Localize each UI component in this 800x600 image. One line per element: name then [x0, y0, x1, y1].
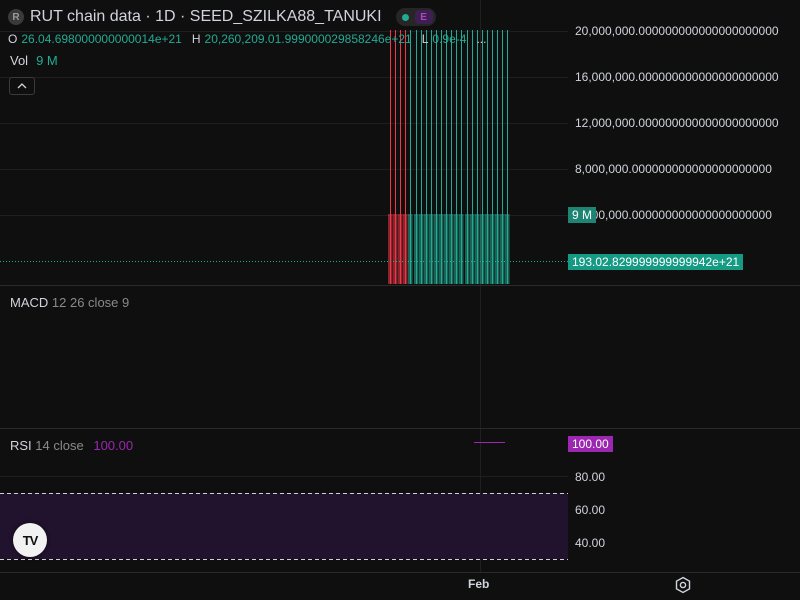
volume-bar: [398, 214, 403, 284]
volume-bar: [465, 214, 470, 284]
volume-label[interactable]: Vol: [10, 53, 28, 68]
volume-bar: [454, 214, 459, 284]
rsi-value: 100.00: [93, 438, 134, 453]
volume-bar: [419, 214, 424, 284]
macd-name[interactable]: MACD: [10, 295, 48, 310]
volume-bar: [424, 214, 429, 284]
volume-bar: [480, 214, 485, 284]
volume-bar: [485, 214, 490, 284]
volume-bar: [444, 214, 449, 284]
low-key: L: [421, 32, 429, 46]
high-value: 20,260,209.01.999000029858246e+21: [204, 32, 412, 46]
rsi-axis-label: 60.00: [575, 503, 606, 517]
rsi-name[interactable]: RSI: [10, 438, 32, 453]
volume-bar: [490, 214, 495, 284]
volume-bar: [475, 214, 480, 284]
volume-bar: [459, 214, 464, 284]
price-axis-label: 16,000,000.000000000000000000000: [575, 70, 779, 84]
rsi-params: 14 close: [35, 438, 84, 453]
volume-bar: [403, 214, 408, 284]
macd-legend: MACD 12 26 close 9: [10, 295, 129, 310]
market-open-dot-icon: [401, 13, 409, 21]
last-price-tag: 193.02.829999999999942e+21: [568, 254, 744, 270]
low-value: 0.9e-4: [432, 32, 467, 46]
price-axis-label: 12,000,000.000000000000000000000: [575, 116, 779, 130]
ohlc-more[interactable]: ...: [476, 32, 486, 46]
macd-params: 12 26 close 9: [51, 295, 130, 310]
status-pill[interactable]: E: [395, 8, 436, 26]
volume-bar: [495, 214, 500, 284]
volume-bar: [500, 214, 505, 284]
volume-bar: [449, 214, 454, 284]
gear-icon[interactable]: [674, 576, 692, 594]
rsi-axis-label: 40.00: [575, 536, 606, 550]
price-axis-label: 0,000,000.000000000000000000000: [575, 208, 772, 222]
volume-bar: [470, 214, 475, 284]
rsi-legend: RSI 14 close 100.00: [10, 438, 133, 453]
volume-bar: [388, 214, 393, 284]
chevron-up-icon: [17, 83, 27, 89]
exchange-badge[interactable]: E: [414, 10, 433, 24]
volume-bar: [434, 214, 439, 284]
volume-bar: [408, 214, 413, 284]
collapse-legend-button[interactable]: [9, 77, 35, 95]
price-axis-label: 8,000,000.000000000000000000000: [575, 162, 772, 176]
rsi-value-tag: 100.00: [568, 436, 613, 452]
ohlc-legend: O 26.04.698000000000014e+21 H 20,260,209…: [8, 32, 486, 46]
volume-price-tag: 9 M: [568, 207, 597, 223]
chart-title[interactable]: RUT chain data · 1D · SEED_SZILKA88_TANU…: [30, 8, 382, 26]
volume-value: 9 M: [36, 53, 58, 68]
volume-bar: [393, 214, 398, 284]
tradingview-logo-icon[interactable]: TV: [13, 523, 47, 557]
rsi-axis-label: 80.00: [575, 470, 606, 484]
high-key: H: [191, 32, 201, 46]
time-axis-label: Feb: [468, 577, 490, 591]
open-value: 26.04.698000000000014e+21: [21, 32, 182, 46]
volume-bar: [414, 214, 419, 284]
open-key: O: [8, 32, 18, 46]
tradingview-logo-mark: TV: [22, 532, 39, 548]
volume-bar: [439, 214, 444, 284]
symbol-logo-icon[interactable]: R: [8, 9, 24, 25]
candle-group: [388, 30, 510, 284]
volume-bar: [505, 214, 510, 284]
volume-bar: [429, 214, 434, 284]
chart-header: R RUT chain data · 1D · SEED_SZILKA88_TA…: [8, 6, 436, 28]
volume-legend: Vol 9 M: [10, 53, 58, 68]
price-axis-label: 20,000,000.000000000000000000000: [575, 24, 779, 38]
